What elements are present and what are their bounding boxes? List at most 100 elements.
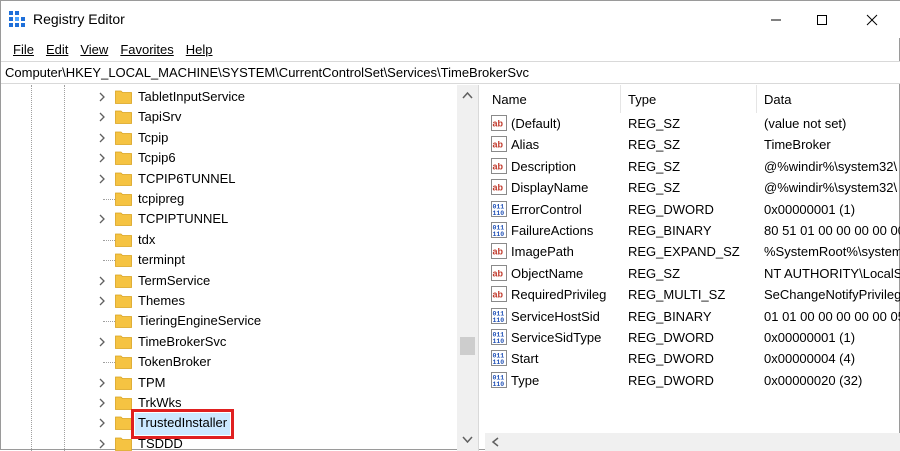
tree-scroll-thumb[interactable] (460, 337, 475, 355)
string-value-icon: ab (491, 115, 507, 131)
value-data: @%windir%\system32\ (764, 158, 898, 174)
tree-item-label: TrkWks (138, 395, 182, 410)
chevron-right-icon[interactable] (97, 132, 107, 144)
tree-item[interactable]: Themes (1, 291, 457, 311)
highlight-box (131, 409, 234, 439)
value-type: REG_DWORD (628, 201, 714, 217)
value-row[interactable]: ab (Default) REG_SZ (value not set) (485, 113, 900, 134)
value-type: REG_BINARY (628, 308, 712, 324)
chevron-right-icon[interactable] (97, 336, 107, 348)
svg-text:ab: ab (493, 140, 504, 150)
tree-item[interactable]: Tcpip6 (1, 148, 457, 168)
value-data: 0x00000001 (1) (764, 201, 856, 217)
scroll-up-icon[interactable] (457, 87, 478, 105)
values-horizontal-scrollbar[interactable] (485, 433, 900, 451)
value-type: REG_SZ (628, 158, 681, 174)
tree-item[interactable]: TimeBrokerSvc (1, 332, 457, 352)
column-header-data[interactable]: Data (757, 85, 900, 113)
tree-connector (103, 362, 115, 364)
folder-icon (115, 396, 132, 410)
svg-text:110: 110 (493, 231, 505, 238)
menu-bar: File Edit View Favorites Help (1, 38, 900, 60)
value-row[interactable]: ab DisplayName REG_SZ @%windir%\system32\ (485, 177, 900, 198)
tree-item-label: TCPIPTUNNEL (138, 211, 229, 227)
tree-item[interactable]: Tcpip (1, 128, 457, 148)
maximize-button[interactable] (799, 1, 845, 38)
folder-icon (115, 212, 132, 227)
tree-item[interactable]: TokenBroker (1, 352, 457, 372)
menu-help[interactable]: Help (180, 42, 219, 57)
value-type: REG_DWORD (628, 351, 714, 367)
value-name: ObjectName (511, 265, 584, 281)
value-row[interactable]: ab Alias REG_SZ TimeBroker (485, 134, 900, 155)
value-name: Type (511, 372, 540, 388)
folder-icon (115, 110, 132, 125)
close-button[interactable] (849, 1, 895, 38)
menu-view[interactable]: View (74, 42, 114, 57)
value-name: ErrorControl (511, 201, 582, 217)
value-row[interactable]: 011 110 ServiceHostSid REG_BINARY 01 01 00 0… (485, 306, 900, 327)
tree-item-label: TPM (138, 374, 166, 390)
tree-item[interactable]: tcpipreg (1, 189, 457, 209)
value-data: 0x00000020 (32) (764, 372, 863, 388)
binary-value-icon: 011110 (491, 200, 507, 217)
value-row[interactable]: ab RequiredPrivileg REG_MULTI_SZ SeChangeNo… (485, 284, 900, 305)
value-row[interactable]: ab ObjectName REG_SZ NT AUTHORITY\LocalS (485, 263, 900, 284)
tree-connector (103, 321, 115, 323)
menu-edit[interactable]: Edit (40, 42, 74, 57)
value-row[interactable]: 011 110 FailureActions REG_BINARY 80 51 01 0… (485, 220, 900, 241)
binary-value-icon: 011110 (491, 350, 507, 367)
column-header-type[interactable]: Type (621, 85, 757, 113)
value-row[interactable]: ab Description REG_SZ @%windir%\system32\ (485, 156, 900, 177)
tree-item[interactable]: TieringEngineService (1, 311, 457, 331)
svg-text:110: 110 (493, 210, 505, 217)
tree-item-label: Tcpip (138, 129, 169, 145)
value-data: 01 01 00 00 00 00 00 05 (764, 308, 900, 324)
chevron-right-icon[interactable] (97, 91, 107, 103)
key-tree-pane[interactable]: TabletInputService TapiSrv Tcpip Tcpip6 TCPI… (1, 85, 479, 451)
minimize-button[interactable] (753, 1, 799, 38)
tree-item[interactable]: TPM (1, 373, 457, 393)
scroll-left-icon[interactable] (487, 433, 505, 451)
svg-text:ab: ab (493, 290, 504, 300)
tree-item[interactable]: tdx (1, 230, 457, 250)
tree-vertical-scrollbar[interactable] (457, 85, 478, 451)
value-row[interactable]: 011 110 Start REG_DWORD 0x00000004 (4) (485, 348, 900, 369)
scroll-down-icon[interactable] (457, 431, 478, 449)
string-value-icon: ab (491, 264, 507, 281)
value-row[interactable]: 011 110 ServiceSidType REG_DWORD 0x00000001 … (485, 327, 900, 348)
value-row[interactable]: 011 110 ErrorControl REG_DWORD 0x00000001 (1… (485, 199, 900, 220)
menu-view-label: View (80, 41, 109, 57)
chevron-right-icon[interactable] (97, 295, 107, 307)
chevron-right-icon[interactable] (97, 213, 107, 225)
tree-item-label: terminpt (138, 252, 185, 268)
chevron-right-icon[interactable] (97, 111, 107, 123)
tree-item[interactable]: terminpt (1, 250, 457, 270)
title-bar[interactable]: Registry Editor (1, 1, 900, 38)
tree-item[interactable]: TCPIP6TUNNEL (1, 169, 457, 189)
menu-favorites-label: Favorites (120, 41, 174, 57)
chevron-right-icon[interactable] (97, 377, 107, 389)
value-row[interactable]: ab ImagePath REG_EXPAND_SZ %SystemRoot%\sys… (485, 241, 900, 262)
registry-editor-window: Registry Editor File Edit View Favorites… (0, 0, 900, 451)
folder-icon (115, 233, 132, 247)
menu-file[interactable]: File (7, 42, 40, 57)
tree-item[interactable]: TCPIPTUNNEL (1, 209, 457, 229)
value-row[interactable]: 011 110 Type REG_DWORD 0x00000020 (32) (485, 370, 900, 391)
values-pane[interactable]: Name Type Data ab (Default) REG_SZ (value n… (485, 85, 900, 451)
tree-item[interactable]: TabletInputService (1, 87, 457, 107)
maximize-icon (817, 14, 827, 25)
chevron-right-icon[interactable] (97, 152, 107, 164)
chevron-right-icon[interactable] (97, 275, 107, 287)
chevron-right-icon[interactable] (97, 438, 107, 450)
chevron-right-icon[interactable] (97, 417, 107, 429)
menu-favorites[interactable]: Favorites (114, 42, 179, 57)
tree-item[interactable]: TermService (1, 271, 457, 291)
chevron-right-icon[interactable] (97, 397, 107, 409)
tree-item[interactable]: TapiSrv (1, 107, 457, 127)
svg-text:ab: ab (493, 183, 504, 193)
address-bar[interactable]: Computer\HKEY_LOCAL_MACHINE\SYSTEM\Curre… (1, 61, 900, 84)
value-type: REG_BINARY (628, 223, 712, 238)
column-header-name[interactable]: Name (485, 85, 621, 113)
chevron-right-icon[interactable] (97, 173, 107, 185)
